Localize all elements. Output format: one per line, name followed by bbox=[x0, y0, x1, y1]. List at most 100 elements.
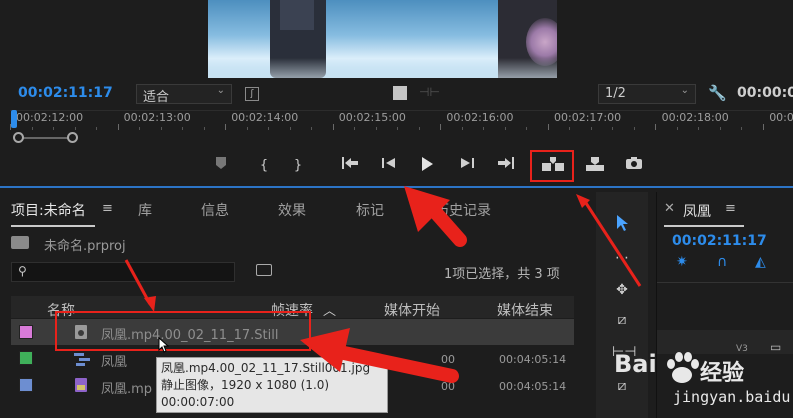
active-tab-underline bbox=[664, 225, 744, 227]
ruler-tick bbox=[311, 127, 312, 130]
ruler-tick bbox=[741, 127, 742, 130]
video-file-icon bbox=[73, 377, 91, 393]
wrench-icon[interactable]: 🔧 bbox=[708, 84, 727, 102]
ruler-tick bbox=[569, 127, 570, 130]
still-name-highlight bbox=[55, 311, 311, 351]
label-color-swatch[interactable] bbox=[19, 351, 33, 365]
resolution-dropdown[interactable]: 1/2 ⌄ bbox=[598, 84, 696, 104]
ruler-tick bbox=[762, 124, 764, 130]
row-name[interactable]: 凤凰.mp bbox=[101, 378, 152, 397]
overwrite-icon[interactable] bbox=[584, 156, 606, 176]
tab-info[interactable]: 信息 bbox=[201, 200, 229, 220]
duration-timecode: 00:00:0 bbox=[737, 85, 793, 101]
label-color-swatch[interactable] bbox=[19, 325, 33, 339]
search-input[interactable]: ⚲ bbox=[11, 262, 235, 282]
ruler-tick bbox=[96, 127, 97, 130]
selection-tool-icon[interactable] bbox=[612, 214, 632, 234]
time-ruler[interactable]: 00:02:12:00 00:02:13:00 00:02:14:00 00:02:1… bbox=[10, 110, 793, 130]
ruler-tick bbox=[354, 127, 355, 130]
column-media-end[interactable]: 媒体结束 bbox=[497, 300, 553, 320]
ruler-tick bbox=[268, 127, 269, 130]
ruler-tick bbox=[397, 127, 398, 130]
overlay-toggle-icon[interactable] bbox=[393, 86, 407, 100]
camera-icon[interactable] bbox=[624, 156, 644, 176]
mark-out-button[interactable]: } bbox=[292, 156, 304, 176]
ruler-tick-label: 00:02:16:00 bbox=[446, 111, 514, 124]
step-icon[interactable]: ⊣⊢ bbox=[419, 85, 440, 99]
ruler-tick bbox=[117, 124, 119, 130]
ruler-tick bbox=[139, 127, 140, 130]
track-select-icon[interactable]: ⋯ bbox=[612, 248, 632, 268]
ruler-tick bbox=[203, 127, 205, 130]
ruler-tick bbox=[676, 127, 678, 130]
tooltip-duration: 00:00:07:00 bbox=[161, 395, 235, 409]
timeline-timecode[interactable]: 00:02:11:17 bbox=[672, 233, 767, 249]
ruler-tick bbox=[719, 127, 721, 130]
ruler-tick-label: 00:02:15:00 bbox=[338, 111, 406, 124]
step-forward-icon[interactable] bbox=[458, 156, 476, 176]
go-to-out-icon[interactable] bbox=[496, 156, 516, 176]
project-filename: 未命名.prproj bbox=[44, 239, 126, 254]
insert-button-highlight bbox=[530, 150, 574, 182]
panel-menu-icon[interactable]: ≡ bbox=[725, 201, 736, 216]
ruler-tick-label: 00:02:18:00 bbox=[661, 111, 729, 124]
tools-panel: ⋯ ✥ ⧄ ⊢⊣ ⧄ bbox=[596, 192, 648, 418]
ruler-tick bbox=[590, 127, 592, 130]
zoom-handle-left[interactable] bbox=[13, 132, 24, 143]
add-marker-icon[interactable] bbox=[214, 156, 228, 176]
ruler-tick bbox=[418, 127, 420, 130]
ruler-tick bbox=[461, 127, 463, 130]
playhead-marker[interactable] bbox=[11, 110, 17, 128]
tab-project[interactable]: 项目:未命名 bbox=[11, 200, 86, 220]
step-back-icon[interactable] bbox=[380, 156, 398, 176]
ruler-tick bbox=[375, 127, 377, 130]
new-bin-icon[interactable] bbox=[256, 264, 272, 276]
sort-ascending-icon[interactable]: ︿ bbox=[323, 300, 336, 319]
label-color-swatch[interactable] bbox=[19, 378, 33, 392]
pen-tool-icon[interactable]: ⧄ bbox=[612, 376, 632, 396]
selection-status: 1项已选择，共 3 项 bbox=[444, 267, 560, 282]
file-tooltip: 凤凰.mp4.00_02_11_17.Still001.jpg 静止图像，192… bbox=[156, 357, 388, 413]
tab-markers[interactable]: 标记 bbox=[356, 200, 384, 220]
ruler-tick bbox=[698, 127, 699, 130]
ruler-tick bbox=[655, 124, 656, 130]
ruler-tick bbox=[547, 124, 549, 130]
ruler-tick bbox=[440, 124, 441, 130]
row-name[interactable]: 凤凰 bbox=[101, 351, 127, 370]
column-media-start[interactable]: 媒体开始 bbox=[384, 300, 440, 320]
panel-menu-icon[interactable]: ≡ bbox=[102, 201, 113, 216]
ripple-edit-icon[interactable]: ✥ bbox=[612, 280, 632, 300]
playhead-timecode[interactable]: 00:02:11:17 bbox=[18, 85, 113, 101]
fit-dropdown[interactable]: 适合 ⌄ bbox=[136, 84, 232, 105]
linked-selection-icon[interactable]: ◭ bbox=[755, 254, 766, 270]
tooltip-format: 静止图像，1920 x 1080 (1.0) bbox=[161, 378, 330, 392]
watermark-brand: Bai bbox=[614, 350, 657, 378]
tab-effects[interactable]: 效果 bbox=[278, 200, 306, 220]
sequence-icon bbox=[73, 351, 91, 367]
tab-library[interactable]: 库 bbox=[138, 200, 152, 220]
ruler-tick bbox=[246, 127, 248, 130]
panel-focus-line bbox=[0, 186, 793, 188]
track-output-icon[interactable]: ▭ bbox=[770, 340, 781, 354]
search-icon: ⚲ bbox=[18, 264, 27, 278]
folder-icon bbox=[11, 236, 29, 249]
play-icon[interactable] bbox=[418, 156, 436, 176]
mark-in-button[interactable]: { bbox=[258, 156, 270, 176]
sequence-tab[interactable]: 凤凰 bbox=[683, 201, 711, 221]
ruler-tick bbox=[31, 127, 33, 130]
ruler-tick-label: 00:02:14:00 bbox=[231, 111, 299, 124]
watermark-sub: 经验 bbox=[700, 361, 745, 386]
snap-icon[interactable]: ✷ bbox=[676, 254, 688, 270]
tab-history[interactable]: 历史记录 bbox=[435, 200, 495, 220]
ruler-tick bbox=[332, 124, 334, 130]
ruler-tick bbox=[612, 127, 613, 130]
close-icon[interactable]: ✕ bbox=[664, 201, 675, 216]
video-figure-left-detail bbox=[280, 0, 314, 30]
mouse-cursor-icon bbox=[158, 336, 170, 357]
zoom-handle-right[interactable] bbox=[67, 132, 78, 143]
tooltip-filename: 凤凰.mp4.00_02_11_17.Still001.jpg bbox=[161, 361, 371, 375]
magnet-icon[interactable]: ∩ bbox=[717, 254, 727, 270]
settings-toggle-icon[interactable]: ʃ bbox=[245, 87, 259, 101]
razor-tool-icon[interactable]: ⧄ bbox=[612, 310, 632, 330]
go-to-in-icon[interactable] bbox=[340, 156, 360, 176]
